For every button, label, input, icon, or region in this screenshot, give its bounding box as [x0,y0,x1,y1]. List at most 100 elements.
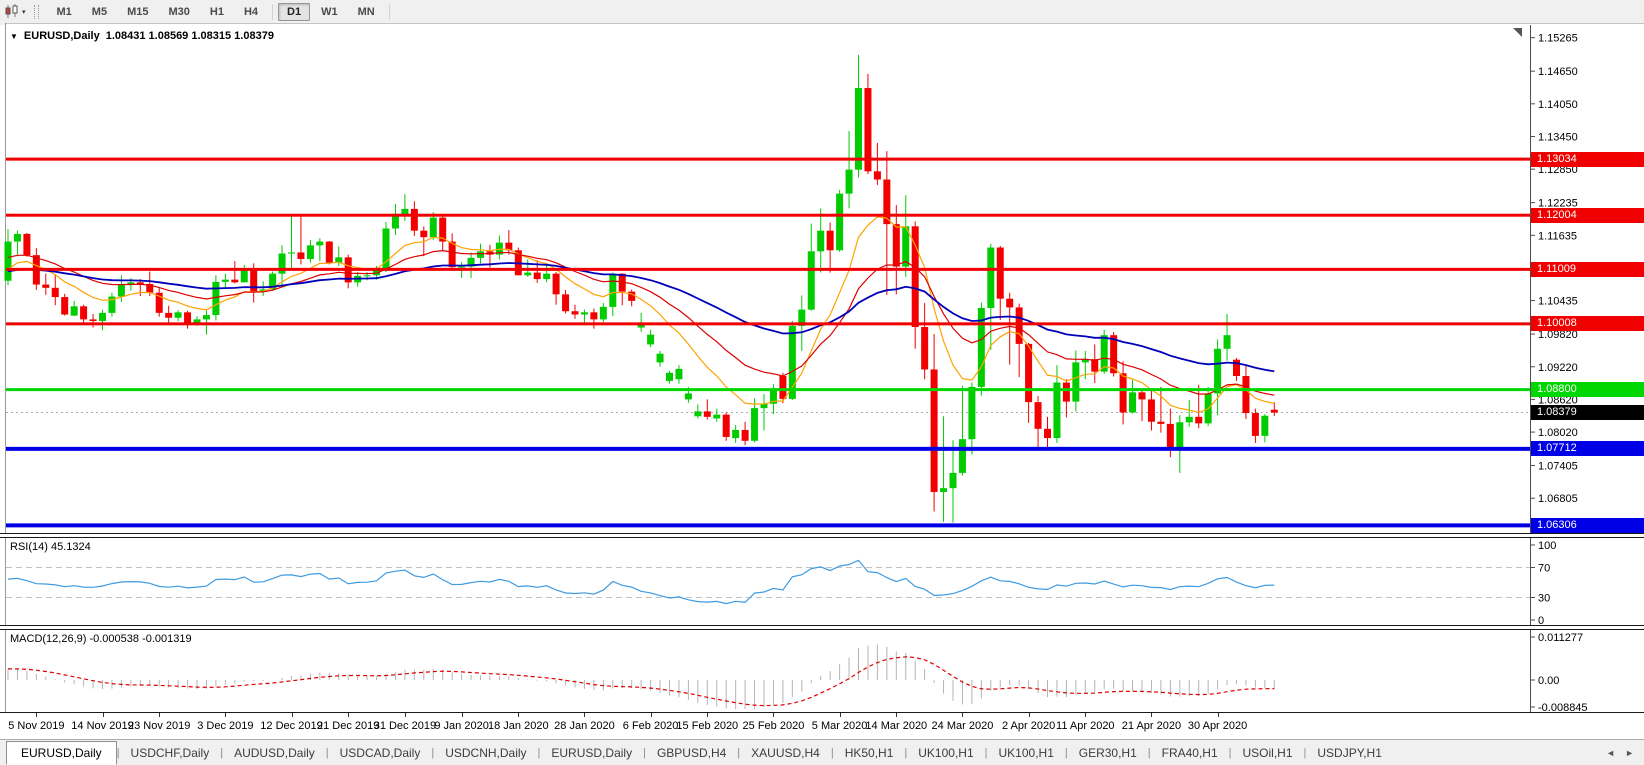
price-badge-1.10008: 1.10008 [1531,316,1644,331]
tab-xauusd-h4[interactable]: XAUUSD,H4 [740,742,831,764]
tab-usdcnh-daily[interactable]: USDCNH,Daily [434,742,537,764]
candle-body [1214,349,1221,394]
candle-body [364,275,371,276]
date-axis-tick [292,713,293,717]
price-axis-label: 1.11635 [1538,230,1577,242]
candle-body [1167,424,1174,447]
candle-body [931,369,938,491]
tab-hk50-h1[interactable]: HK50,H1 [834,742,905,764]
date-axis-tick [518,713,519,717]
candle-body [713,415,720,419]
timeframe-button-m15[interactable]: M15 [118,3,157,21]
candle-body [808,251,815,309]
candle-body [212,282,219,315]
hline-1.07712[interactable] [6,447,1530,451]
hline-1.08800[interactable] [6,388,1530,391]
candle-body [1006,299,1013,308]
timeframe-button-h4[interactable]: H4 [235,3,267,21]
tabs-scroll: ◄ ► [1606,740,1644,765]
candle-body [959,439,966,473]
tab-gbpusd-h4[interactable]: GBPUSD,H4 [646,742,737,764]
tab-usoil-h1[interactable]: USOil,H1 [1232,742,1304,764]
tab-audusd-daily[interactable]: AUDUSD,Daily [223,742,326,764]
candle-body [704,411,711,416]
candlestick-chart-icon [4,4,20,19]
candle-body [524,273,531,276]
tab-uk100-h1[interactable]: UK100,H1 [907,742,984,764]
candle-body [723,415,730,437]
candle-body [921,327,928,369]
date-axis-label: 2 Apr 2020 [1002,720,1055,732]
candle-body [458,267,465,268]
tab-eurusd-daily[interactable]: EURUSD,Daily [6,741,117,765]
macd-panel[interactable]: 0.0112770.00-0.008845 [0,629,1644,712]
candle-body [590,312,597,319]
date-axis-tick [1151,713,1152,717]
hline-1.12004[interactable] [6,214,1530,217]
date-axis-tick [103,713,104,717]
timeframe-button-d1[interactable]: D1 [278,3,310,21]
timeframe-button-m5[interactable]: M5 [83,3,116,21]
timeframe-button-mn[interactable]: MN [349,3,384,21]
date-axis-label: 28 Jan 2020 [554,720,615,732]
candle-body [893,224,900,266]
candle-body [675,369,682,379]
rsi-panel[interactable]: 10070300 [0,537,1644,625]
tab-usdcad-daily[interactable]: USDCAD,Daily [329,742,432,764]
candle-body [411,209,418,231]
dropdown-caret-icon: ▾ [22,8,26,16]
date-axis-label: 5 Nov 2019 [8,720,64,732]
collapse-arrow-icon[interactable]: ▼ [10,32,18,41]
candle-body [1091,359,1098,372]
tab-eurusd-daily[interactable]: EURUSD,Daily [540,742,643,764]
chart-title: ▼ EURUSD,Daily 1.08431 1.08569 1.08315 1… [10,30,274,42]
hline-1.13034[interactable] [6,158,1530,161]
timeframe-button-m1[interactable]: M1 [48,3,81,21]
candle-body [1176,422,1183,447]
tab-usdjpy-h1[interactable]: USDJPY,H1 [1306,742,1392,764]
candle-body [222,280,229,282]
tab-ger30-h1[interactable]: GER30,H1 [1068,742,1148,764]
candle-body [99,313,106,321]
date-axis-tick [962,713,963,717]
tab-fra40-h1[interactable]: FRA40,H1 [1151,742,1229,764]
hline-1.11009[interactable] [6,268,1530,271]
panel-splitter[interactable] [0,533,1644,538]
macd-axis-label: 0.00 [1538,675,1559,687]
chart-shift-marker-icon[interactable] [1513,28,1522,37]
candle-body [1261,416,1268,436]
candle-body [1139,392,1146,399]
date-axis-tick [840,713,841,717]
date-axis-label: 25 Feb 2020 [743,720,805,732]
chart-type-button[interactable]: ▾ [0,2,32,22]
timeframe-button-m30[interactable]: M30 [159,3,198,21]
hline-1.10008[interactable] [6,322,1530,325]
panel-splitter[interactable] [0,625,1644,630]
date-axis-label: 31 Dec 2019 [374,720,436,732]
date-axis-label: 3 Dec 2019 [197,720,253,732]
hline-1.06306[interactable] [6,523,1530,527]
timeframe-toolbar: ▾ M1M5M15M30H1H4 D1W1MN [0,0,1644,24]
date-axis-border [0,712,1644,713]
price-badge-1.06306: 1.06306 [1531,518,1644,533]
rsi-panel-background [0,537,1644,625]
candle-body [477,251,484,258]
tab-uk100-h1[interactable]: UK100,H1 [988,742,1065,764]
candle-body [855,88,862,170]
candle-body [1195,417,1202,424]
candle-body [751,408,758,441]
date-axis-tick [225,713,226,717]
price-chart-panel[interactable]: 1.152651.146501.140501.134501.128501.122… [0,25,1644,535]
price-badge-1.08800: 1.08800 [1531,382,1644,397]
candle-body [1063,383,1070,402]
toolbar-grip[interactable] [34,5,39,19]
timeframe-button-w1[interactable]: W1 [312,3,347,21]
tabs-scroll-left-button[interactable]: ◄ [1606,748,1615,758]
tab-usdchf-daily[interactable]: USDCHF,Daily [120,742,221,764]
candle-body [779,376,786,399]
price-axis-label: 1.06805 [1538,493,1578,505]
tabs-scroll-right-button[interactable]: ► [1625,748,1634,758]
date-axis-tick [348,713,349,717]
candle-body [392,217,399,229]
timeframe-button-h1[interactable]: H1 [201,3,233,21]
